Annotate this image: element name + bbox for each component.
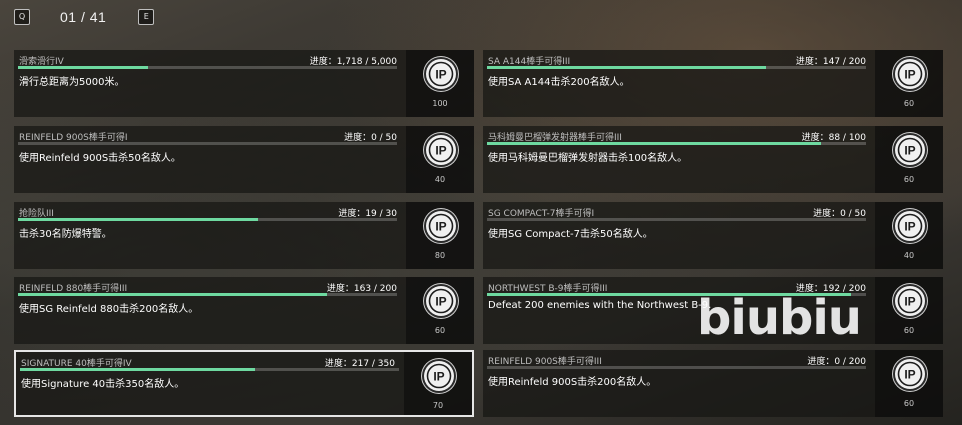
reward-panel: IP 80 bbox=[406, 202, 474, 269]
watermark-logo: biubiu bbox=[697, 290, 862, 346]
challenge-description: Defeat 200 enemies with the Northwest B-… bbox=[488, 300, 712, 311]
ip-icon: IP bbox=[895, 59, 925, 89]
svg-text:IP: IP bbox=[435, 295, 446, 309]
challenge-progress-bar bbox=[18, 293, 397, 296]
challenge-card[interactable]: REINFELD 900S棒手可得I 进度：0 / 50 使用Reinfeld 90… bbox=[14, 126, 474, 193]
page-indicator: 01 / 41 bbox=[60, 9, 107, 25]
svg-text:IP: IP bbox=[433, 370, 444, 384]
reward-amount: 40 bbox=[903, 251, 915, 260]
challenge-card[interactable]: 抢险队III 进度：19 / 30 击杀30名防爆特警。 IP 80 bbox=[14, 202, 474, 269]
reward-panel: IP 100 bbox=[406, 50, 474, 117]
ip-icon: IP bbox=[424, 361, 454, 391]
ip-icon: IP bbox=[426, 135, 456, 165]
ip-icon: IP bbox=[895, 135, 925, 165]
challenge-description: 使用SG Reinfeld 880击杀200名敌人。 bbox=[19, 304, 199, 315]
challenge-card[interactable]: 马科姆曼巴榴弹发射器棒手可得III 进度：88 / 100 使用马科姆曼巴榴弹发射器… bbox=[483, 126, 943, 193]
reward-amount: 40 bbox=[434, 175, 446, 184]
challenge-progress-bar bbox=[18, 218, 397, 221]
reward-panel: IP 60 bbox=[875, 350, 943, 417]
challenge-description: 滑行总距离为5000米。 bbox=[19, 77, 125, 88]
challenge-description: 使用马科姆曼巴榴弹发射器击杀100名敌人。 bbox=[488, 153, 688, 164]
challenge-progress-bar bbox=[487, 366, 866, 369]
challenge-progress-bar bbox=[487, 66, 866, 69]
challenge-description: 使用SG Compact-7击杀50名敌人。 bbox=[488, 229, 653, 240]
challenge-progress-bar bbox=[487, 218, 866, 221]
svg-text:IP: IP bbox=[435, 144, 446, 158]
challenge-card[interactable]: SIGNATURE 40棒手可得IV 进度：217 / 350 使用Signatur… bbox=[14, 350, 474, 417]
reward-panel: IP 60 bbox=[875, 277, 943, 344]
reward-amount: 60 bbox=[903, 399, 915, 408]
reward-panel: IP 60 bbox=[406, 277, 474, 344]
reward-amount: 80 bbox=[434, 251, 446, 260]
challenge-card[interactable]: 滑索滑行IV 进度：1,718 / 5,000 滑行总距离为5000米。 IP 100 bbox=[14, 50, 474, 117]
challenge-description: 使用Signature 40击杀350名敌人。 bbox=[21, 379, 185, 390]
reward-amount: 60 bbox=[434, 326, 446, 335]
next-page-key[interactable]: E bbox=[138, 9, 155, 25]
challenge-progress-fill bbox=[487, 66, 766, 69]
challenge-progress-fill bbox=[20, 368, 255, 371]
challenge-progress-fill bbox=[487, 142, 821, 145]
challenge-progress-bar bbox=[20, 368, 399, 371]
ip-icon: IP bbox=[426, 211, 456, 241]
ip-icon: IP bbox=[895, 286, 925, 316]
challenge-progress-fill bbox=[18, 293, 327, 296]
reward-amount: 100 bbox=[432, 99, 448, 108]
challenge-description: 使用Reinfeld 900S击杀50名敌人。 bbox=[19, 153, 181, 164]
reward-amount: 70 bbox=[432, 401, 444, 410]
ip-icon: IP bbox=[426, 286, 456, 316]
challenge-description: 使用Reinfeld 900S击杀200名敌人。 bbox=[488, 377, 657, 388]
challenge-card[interactable]: SA A144棒手可得III 进度：147 / 200 使用SA A144击杀200… bbox=[483, 50, 943, 117]
reward-panel: IP 60 bbox=[875, 50, 943, 117]
challenge-progress-fill bbox=[18, 66, 149, 69]
svg-text:IP: IP bbox=[904, 144, 915, 158]
reward-amount: 60 bbox=[903, 175, 915, 184]
challenge-card[interactable]: SG COMPACT-7棒手可得I 进度：0 / 50 使用SG Compact-7… bbox=[483, 202, 943, 269]
svg-text:IP: IP bbox=[904, 368, 915, 382]
challenge-description: 击杀30名防爆特警。 bbox=[19, 229, 112, 240]
challenge-progress-fill bbox=[18, 218, 259, 221]
challenge-card[interactable]: REINFELD 900S棒手可得III 进度：0 / 200 使用Reinfeld… bbox=[483, 350, 943, 417]
reward-panel: IP 40 bbox=[406, 126, 474, 193]
challenge-progress-bar bbox=[18, 142, 397, 145]
svg-text:IP: IP bbox=[435, 220, 446, 234]
reward-amount: 60 bbox=[903, 99, 915, 108]
challenge-progress-bar bbox=[18, 66, 397, 69]
page-navigator: Q 01 / 41 E bbox=[14, 8, 155, 26]
svg-text:IP: IP bbox=[904, 68, 915, 82]
challenge-progress-bar bbox=[487, 142, 866, 145]
ip-icon: IP bbox=[895, 359, 925, 389]
challenge-description: 使用SA A144击杀200名敌人。 bbox=[488, 77, 630, 88]
reward-amount: 60 bbox=[903, 326, 915, 335]
prev-page-key[interactable]: Q bbox=[14, 9, 30, 25]
reward-panel: IP 60 bbox=[875, 126, 943, 193]
ip-icon: IP bbox=[426, 59, 456, 89]
reward-panel: IP 70 bbox=[404, 352, 472, 415]
challenge-card[interactable]: REINFELD 880棒手可得III 进度：163 / 200 使用SG Rein… bbox=[14, 277, 474, 344]
svg-text:IP: IP bbox=[435, 68, 446, 82]
svg-text:IP: IP bbox=[904, 220, 915, 234]
reward-panel: IP 40 bbox=[875, 202, 943, 269]
ip-icon: IP bbox=[895, 211, 925, 241]
svg-text:IP: IP bbox=[904, 295, 915, 309]
